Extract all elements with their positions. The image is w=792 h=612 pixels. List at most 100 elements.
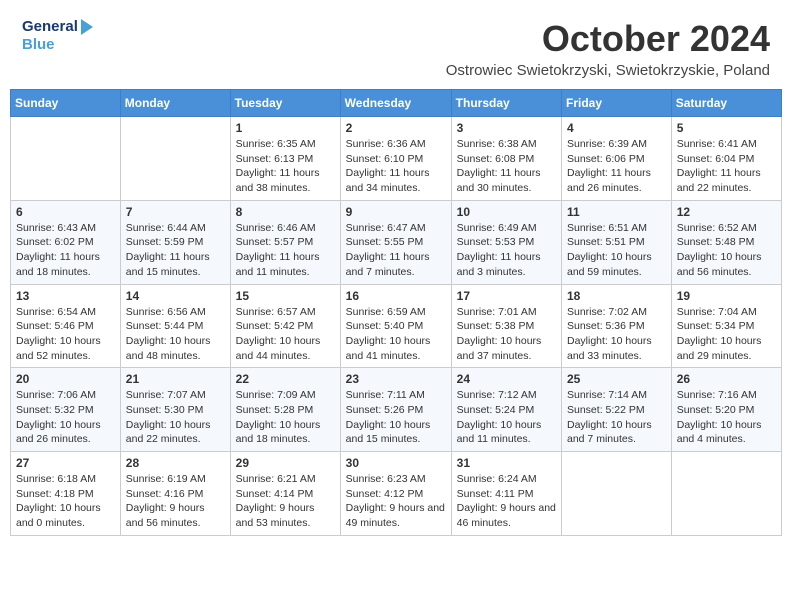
day-info: Sunrise: 6:21 AM Sunset: 4:14 PM Dayligh… [236,472,335,531]
day-info: Sunrise: 6:57 AM Sunset: 5:42 PM Dayligh… [236,305,335,364]
day-info: Sunrise: 6:46 AM Sunset: 5:57 PM Dayligh… [236,221,335,280]
day-number: 18 [567,289,666,303]
day-number: 2 [346,121,446,135]
month-title: October 2024 [446,18,770,60]
calendar-cell: 27 Sunrise: 6:18 AM Sunset: 4:18 PM Dayli… [11,452,121,536]
day-number: 8 [236,205,335,219]
logo-general: General [22,18,78,36]
day-info: Sunrise: 6:24 AM Sunset: 4:11 PM Dayligh… [457,472,556,531]
day-number: 17 [457,289,556,303]
day-info: Sunrise: 7:09 AM Sunset: 5:28 PM Dayligh… [236,388,335,447]
calendar-cell: 11 Sunrise: 6:51 AM Sunset: 5:51 PM Dayli… [562,200,672,284]
day-number: 9 [346,205,446,219]
day-info: Sunrise: 7:14 AM Sunset: 5:22 PM Dayligh… [567,388,666,447]
day-info: Sunrise: 6:23 AM Sunset: 4:12 PM Dayligh… [346,472,446,531]
day-number: 4 [567,121,666,135]
day-number: 27 [16,456,115,470]
day-number: 26 [677,372,776,386]
day-info: Sunrise: 7:02 AM Sunset: 5:36 PM Dayligh… [567,305,666,364]
weekday-header-tuesday: Tuesday [230,90,340,117]
calendar-cell: 30 Sunrise: 6:23 AM Sunset: 4:12 PM Dayli… [340,452,451,536]
calendar-cell: 14Sunrise: 6:56 AM Sunset: 5:44 PM Dayli… [120,284,230,368]
day-info: Sunrise: 7:06 AM Sunset: 5:32 PM Dayligh… [16,388,115,447]
day-number: 21 [126,372,225,386]
day-number: 20 [16,372,115,386]
calendar-cell: 23 Sunrise: 7:11 AM Sunset: 5:26 PM Dayli… [340,368,451,452]
calendar-cell: 29 Sunrise: 6:21 AM Sunset: 4:14 PM Dayli… [230,452,340,536]
day-info: Sunrise: 6:49 AM Sunset: 5:53 PM Dayligh… [457,221,556,280]
day-number: 12 [677,205,776,219]
day-info: Sunrise: 6:41 AM Sunset: 6:04 PM Dayligh… [677,137,776,196]
logo-blue: Blue [22,36,55,53]
day-info: Sunrise: 7:04 AM Sunset: 5:34 PM Dayligh… [677,305,776,364]
day-info: Sunrise: 6:18 AM Sunset: 4:18 PM Dayligh… [16,472,115,531]
day-info: Sunrise: 6:19 AM Sunset: 4:16 PM Dayligh… [126,472,225,531]
day-number: 23 [346,372,446,386]
calendar-cell: 13 Sunrise: 6:54 AM Sunset: 5:46 PM Dayli… [11,284,121,368]
title-block: October 2024 Ostrowiec Swietokrzyski, Sw… [446,18,770,79]
day-info: Sunrise: 7:12 AM Sunset: 5:24 PM Dayligh… [457,388,556,447]
calendar-cell [562,452,672,536]
day-number: 13 [16,289,115,303]
calendar-cell: 17 Sunrise: 7:01 AM Sunset: 5:38 PM Dayli… [451,284,561,368]
day-number: 28 [126,456,225,470]
day-number: 14 [126,289,225,303]
weekday-header-monday: Monday [120,90,230,117]
calendar-cell: 31 Sunrise: 6:24 AM Sunset: 4:11 PM Dayli… [451,452,561,536]
day-info: Sunrise: 6:44 AM Sunset: 5:59 PM Dayligh… [126,221,225,280]
day-info: Sunrise: 6:38 AM Sunset: 6:08 PM Dayligh… [457,137,556,196]
day-info: Sunrise: 6:51 AM Sunset: 5:51 PM Dayligh… [567,221,666,280]
calendar-cell: 3 Sunrise: 6:38 AM Sunset: 6:08 PM Daylig… [451,117,561,201]
day-number: 24 [457,372,556,386]
calendar-cell: 6 Sunrise: 6:43 AM Sunset: 6:02 PM Daylig… [11,200,121,284]
day-number: 6 [16,205,115,219]
calendar-cell: 7 Sunrise: 6:44 AM Sunset: 5:59 PM Daylig… [120,200,230,284]
calendar-cell: 22 Sunrise: 7:09 AM Sunset: 5:28 PM Dayli… [230,368,340,452]
day-info: Sunrise: 7:01 AM Sunset: 5:38 PM Dayligh… [457,305,556,364]
calendar-cell: 2Sunrise: 6:36 AM Sunset: 6:10 PM Daylig… [340,117,451,201]
day-info: Sunrise: 7:07 AM Sunset: 5:30 PM Dayligh… [126,388,225,447]
weekday-header-saturday: Saturday [671,90,781,117]
calendar-cell: 4 Sunrise: 6:39 AM Sunset: 6:06 PM Daylig… [562,117,672,201]
day-info: Sunrise: 6:39 AM Sunset: 6:06 PM Dayligh… [567,137,666,196]
day-number: 30 [346,456,446,470]
day-number: 19 [677,289,776,303]
calendar-cell [11,117,121,201]
location-subtitle: Ostrowiec Swietokrzyski, Swietokrzyskie,… [446,62,770,79]
day-number: 15 [236,289,335,303]
calendar-cell: 9 Sunrise: 6:47 AM Sunset: 5:55 PM Daylig… [340,200,451,284]
calendar-cell [671,452,781,536]
logo: General Blue [22,18,93,54]
calendar-cell: 18 Sunrise: 7:02 AM Sunset: 5:36 PM Dayli… [562,284,672,368]
calendar-cell: 20 Sunrise: 7:06 AM Sunset: 5:32 PM Dayli… [11,368,121,452]
calendar-cell: 26 Sunrise: 7:16 AM Sunset: 5:20 PM Dayli… [671,368,781,452]
day-number: 5 [677,121,776,135]
calendar-cell: 21 Sunrise: 7:07 AM Sunset: 5:30 PM Dayli… [120,368,230,452]
day-info: Sunrise: 6:43 AM Sunset: 6:02 PM Dayligh… [16,221,115,280]
day-number: 25 [567,372,666,386]
calendar-cell: 25 Sunrise: 7:14 AM Sunset: 5:22 PM Dayli… [562,368,672,452]
calendar-cell: 24 Sunrise: 7:12 AM Sunset: 5:24 PM Dayli… [451,368,561,452]
day-info: Sunrise: 6:54 AM Sunset: 5:46 PM Dayligh… [16,305,115,364]
day-number: 7 [126,205,225,219]
day-number: 16 [346,289,446,303]
day-number: 29 [236,456,335,470]
calendar-cell: 12Sunrise: 6:52 AM Sunset: 5:48 PM Dayli… [671,200,781,284]
calendar-cell: 16 Sunrise: 6:59 AM Sunset: 5:40 PM Dayli… [340,284,451,368]
day-number: 3 [457,121,556,135]
weekday-header-sunday: Sunday [11,90,121,117]
calendar-cell: 15 Sunrise: 6:57 AM Sunset: 5:42 PM Dayli… [230,284,340,368]
day-number: 1 [236,121,335,135]
day-info: Sunrise: 7:11 AM Sunset: 5:26 PM Dayligh… [346,388,446,447]
calendar-table: SundayMondayTuesdayWednesdayThursdayFrid… [10,89,782,536]
day-info: Sunrise: 6:59 AM Sunset: 5:40 PM Dayligh… [346,305,446,364]
weekday-header-thursday: Thursday [451,90,561,117]
day-number: 22 [236,372,335,386]
calendar-cell: 10Sunrise: 6:49 AM Sunset: 5:53 PM Dayli… [451,200,561,284]
day-info: Sunrise: 7:16 AM Sunset: 5:20 PM Dayligh… [677,388,776,447]
calendar-cell: 5 Sunrise: 6:41 AM Sunset: 6:04 PM Daylig… [671,117,781,201]
day-number: 11 [567,205,666,219]
day-number: 31 [457,456,556,470]
page-header: General Blue October 2024 Ostrowiec Swie… [10,10,782,83]
day-info: Sunrise: 6:47 AM Sunset: 5:55 PM Dayligh… [346,221,446,280]
